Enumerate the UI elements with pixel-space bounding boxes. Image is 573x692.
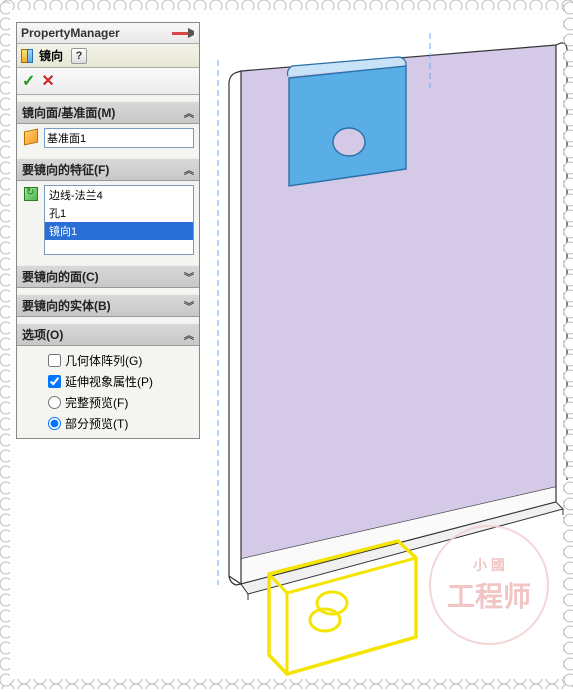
ok-button[interactable]: ✓ (22, 71, 35, 91)
chevron-up-icon: ︽ (184, 327, 194, 342)
chevron-down-icon: ︾ (184, 298, 194, 313)
group-body-options: 几何体阵列(G) 延伸视象属性(P) 完整预览(F) 部分预览(T) (17, 346, 199, 438)
plane-value: 基准面1 (47, 130, 86, 146)
feature-header: 镜向 ? (17, 44, 199, 68)
geometry-pattern-checkbox[interactable] (48, 354, 61, 367)
chevron-down-icon: ︾ (184, 269, 194, 284)
list-item[interactable]: 镜向1 (45, 222, 193, 240)
help-button[interactable]: ? (71, 48, 87, 64)
chevron-up-icon: ︽ (184, 105, 194, 120)
group-header-features[interactable]: 要镜向的特征(F) ︽ (17, 158, 199, 181)
propagate-visual-label: 延伸视象属性(P) (65, 373, 153, 390)
full-preview-radio[interactable] (48, 396, 61, 409)
group-label: 选项(O) (22, 326, 63, 343)
group-label: 要镜向的面(C) (22, 268, 99, 285)
group-body-features: 边线-法兰4 孔1 镜向1 (17, 181, 199, 259)
group-header-bodies[interactable]: 要镜向的实体(B) ︾ (17, 294, 199, 317)
list-item[interactable]: 孔1 (45, 204, 193, 222)
chevron-up-icon: ︽ (184, 162, 194, 177)
partial-preview-label: 部分预览(T) (65, 415, 128, 432)
features-selection-list[interactable]: 边线-法兰4 孔1 镜向1 (44, 185, 194, 255)
partial-preview-radio[interactable] (48, 417, 61, 430)
group-body-plane: 基准面1 (17, 124, 199, 152)
group-label: 镜向面/基准面(M) (22, 104, 115, 121)
face-icon (24, 129, 38, 146)
group-header-options[interactable]: 选项(O) ︽ (17, 323, 199, 346)
ok-cancel-bar: ✓ ✕ (17, 68, 199, 95)
geometry-pattern-label: 几何体阵列(G) (65, 352, 142, 369)
full-preview-label: 完整预览(F) (65, 394, 128, 411)
original-tab (288, 57, 407, 186)
mirror-icon (21, 49, 35, 63)
feature-list-icon (24, 187, 38, 201)
titlebar: PropertyManager (17, 23, 199, 44)
property-manager-panel: PropertyManager 镜向 ? ✓ ✕ 镜向面/基准面(M) ︽ 基准… (16, 22, 200, 439)
group-label: 要镜向的特征(F) (22, 161, 109, 178)
pin-icon[interactable] (171, 26, 195, 40)
list-item[interactable]: 边线-法兰4 (45, 186, 193, 204)
group-label: 要镜向的实体(B) (22, 297, 111, 314)
mirror-plane-selection[interactable]: 基准面1 (44, 128, 194, 148)
propagate-visual-checkbox[interactable] (48, 375, 61, 388)
feature-name: 镜向 (39, 47, 63, 64)
title-text: PropertyManager (21, 26, 120, 40)
cancel-button[interactable]: ✕ (41, 71, 54, 91)
group-header-plane[interactable]: 镜向面/基准面(M) ︽ (17, 101, 199, 124)
group-header-faces[interactable]: 要镜向的面(C) ︾ (17, 265, 199, 288)
